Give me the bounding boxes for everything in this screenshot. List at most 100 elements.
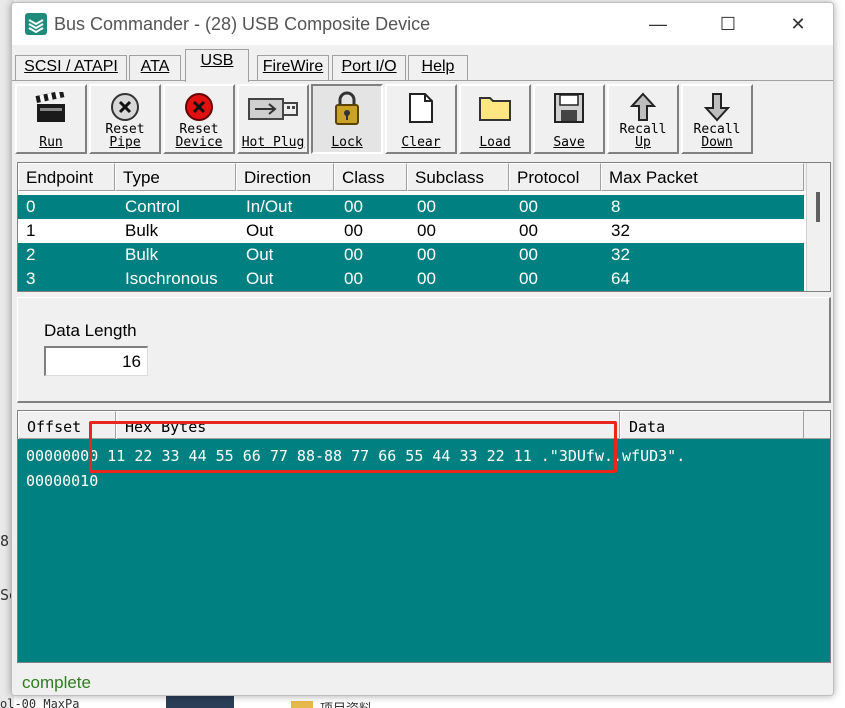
tab-label: FireWire	[262, 58, 324, 75]
cell-max-packet: 32	[611, 221, 630, 240]
background-text-fragment: ol-00 MaxPa	[0, 697, 80, 708]
cell-max-packet: 8	[611, 197, 621, 216]
background-thumbnail	[166, 696, 234, 708]
close-button[interactable]: ✕	[763, 3, 833, 45]
annotation-highlight-box	[89, 421, 617, 473]
cell-direction: Out	[246, 269, 274, 288]
run-button[interactable]: Run	[15, 84, 87, 154]
app-logo-icon	[25, 13, 47, 35]
reset-device-button[interactable]: Reset Device	[163, 84, 235, 154]
column-header-data[interactable]: Data	[620, 411, 804, 439]
reset-device-icon	[185, 93, 213, 121]
load-label: Load	[479, 135, 511, 150]
arrow-up-icon	[630, 92, 656, 121]
tab-firewire[interactable]: FireWire	[257, 55, 329, 81]
hot-plug-button[interactable]: Hot Plug	[237, 84, 309, 154]
tab-port-io[interactable]: Port I/O	[332, 55, 406, 81]
maximize-button[interactable]: ☐	[693, 3, 763, 45]
tab-usb[interactable]: USB	[185, 49, 249, 82]
endpoint-row[interactable]: 2 Bulk Out 00 00 00 32	[18, 243, 804, 267]
column-header-type[interactable]: Type	[115, 163, 236, 191]
tab-ata[interactable]: ATA	[129, 55, 181, 81]
column-header-max-packet[interactable]: Max Packet	[601, 163, 804, 191]
cell-subclass: 00	[417, 269, 436, 288]
cell-class: 00	[344, 221, 363, 240]
cell-endpoint: 2	[26, 245, 36, 264]
cell-endpoint: 1	[26, 221, 36, 240]
hex-line[interactable]: 00000010	[26, 472, 98, 490]
blank-page-icon	[409, 93, 433, 123]
column-header-direction[interactable]: Direction	[236, 163, 334, 191]
cell-protocol: 00	[519, 245, 538, 264]
load-button[interactable]: Load	[459, 84, 531, 154]
lock-label: Lock	[331, 135, 363, 150]
cell-direction: In/Out	[246, 197, 293, 216]
cell-endpoint: 3	[26, 269, 36, 288]
reset-pipe-button[interactable]: Reset Pipe	[89, 84, 161, 154]
cell-class: 00	[344, 269, 363, 288]
data-length-label: Data Length	[44, 321, 137, 340]
scrollbar-thumb[interactable]	[816, 192, 820, 222]
endpoint-row[interactable]: 1 Bulk Out 00 00 00 32	[18, 219, 804, 243]
tab-scsi-atapi[interactable]: SCSI / ATAPI	[15, 55, 127, 81]
cell-subclass: 00	[417, 197, 436, 216]
tab-label: Port I/O	[341, 58, 397, 75]
column-header-protocol[interactable]: Protocol	[509, 163, 601, 191]
cell-max-packet: 32	[611, 245, 630, 264]
minimize-button[interactable]: —	[623, 3, 693, 45]
toolbar: Run Reset Pipe Reset Device Hot Plug Loc…	[12, 81, 833, 157]
recall-up-label-2: Up	[635, 135, 651, 150]
column-header-subclass[interactable]: Subclass	[407, 163, 509, 191]
cell-protocol: 00	[519, 221, 538, 240]
window-title: Bus Commander - (28) USB Composite Devic…	[54, 14, 431, 34]
clear-label: Clear	[401, 135, 441, 150]
bus-commander-window: Bus Commander - (28) USB Composite Devic…	[11, 2, 834, 696]
cell-direction: Out	[246, 221, 274, 240]
recall-up-button[interactable]: Recall Up	[607, 84, 679, 154]
endpoint-list-scrollbar[interactable]	[806, 163, 830, 291]
endpoint-list-header: Endpoint Type Direction Class Subclass P…	[18, 163, 830, 191]
cell-class: 00	[344, 197, 363, 216]
folder-icon	[479, 97, 511, 121]
run-label: Run	[39, 135, 63, 150]
save-label: Save	[553, 135, 585, 150]
data-length-field[interactable]: 16	[44, 346, 148, 376]
hot-plug-label: Hot Plug	[241, 135, 305, 150]
tab-label: SCSI / ATAPI	[24, 58, 118, 75]
status-bar: complete	[12, 667, 833, 695]
usb-plug-icon	[248, 98, 298, 120]
clear-button[interactable]: Clear	[385, 84, 457, 154]
tab-label: USB	[200, 52, 234, 69]
data-length-panel: Data Length 16	[17, 297, 831, 403]
arrow-down-icon	[704, 93, 730, 122]
column-header-class[interactable]: Class	[334, 163, 407, 191]
cell-type: Control	[125, 197, 180, 216]
folder-icon	[291, 701, 313, 708]
cell-type: Bulk	[125, 221, 159, 240]
column-header-endpoint[interactable]: Endpoint	[18, 163, 115, 191]
cell-protocol: 00	[519, 269, 538, 288]
clapperboard-icon	[35, 92, 65, 122]
reset-pipe-label-2: Pipe	[109, 135, 141, 150]
cell-type: Bulk	[125, 245, 159, 264]
cell-subclass: 00	[417, 221, 436, 240]
reset-device-label-2: Device	[175, 135, 223, 150]
reset-pipe-icon	[111, 93, 139, 121]
cell-protocol: 00	[519, 197, 538, 216]
status-text: complete	[22, 673, 91, 692]
tab-label: Help	[421, 58, 455, 75]
endpoint-row[interactable]: 0 Control In/Out 00 00 00 8	[18, 195, 804, 219]
endpoint-list[interactable]: Endpoint Type Direction Class Subclass P…	[17, 162, 831, 292]
save-button[interactable]: Save	[533, 84, 605, 154]
recall-down-button[interactable]: Recall Down	[681, 84, 753, 154]
background-text-fragment: 项目资料	[320, 698, 372, 708]
cell-class: 00	[344, 245, 363, 264]
lock-button[interactable]: Lock	[311, 84, 383, 154]
cell-subclass: 00	[417, 245, 436, 264]
recall-down-label-2: Down	[701, 135, 733, 150]
title-bar[interactable]: Bus Commander - (28) USB Composite Devic…	[12, 3, 833, 45]
padlock-icon	[335, 91, 359, 125]
endpoint-row[interactable]: 3 Isochronous Out 00 00 00 64	[18, 267, 804, 291]
tab-help[interactable]: Help	[408, 55, 468, 81]
cell-endpoint: 0	[26, 197, 36, 216]
